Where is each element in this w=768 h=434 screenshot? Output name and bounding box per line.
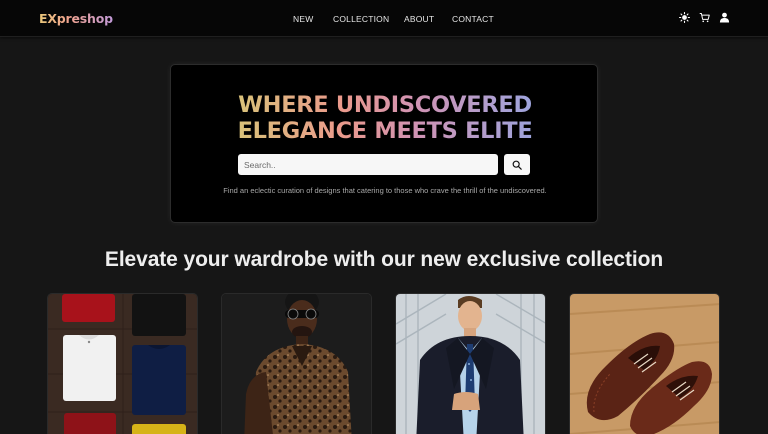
man-suit-image — [396, 294, 545, 434]
collection-title: Elevate your wardrobe with our new exclu… — [104, 248, 664, 271]
nav-link-collection[interactable]: COLLECTION — [333, 14, 389, 24]
hero-panel: WHERE UNDISCOVERED ELEGANCE MEETS ELITE … — [170, 64, 598, 223]
folded-tshirts-image — [48, 294, 197, 434]
product-card-sunglasses[interactable] — [221, 293, 372, 434]
brown-shoes-image — [570, 294, 719, 434]
nav-link-new[interactable]: NEW — [293, 14, 313, 24]
nav-links: NEW COLLECTION ABOUT CONTACT — [0, 14, 768, 26]
product-card-suit[interactable] — [395, 293, 546, 434]
hero-title: WHERE UNDISCOVERED ELEGANCE MEETS ELITE — [171, 92, 599, 144]
search-icon — [512, 160, 522, 170]
navbar: EXpreshop NEW COLLECTION ABOUT CONTACT — [0, 0, 768, 37]
man-sunglasses-image — [222, 294, 371, 434]
hero-subtitle: Find an eclectic curation of designs tha… — [223, 186, 547, 195]
hero-title-line-2: ELEGANCE MEETS ELITE — [237, 118, 533, 144]
product-card-shoes[interactable] — [569, 293, 720, 434]
sun-icon[interactable] — [679, 12, 690, 23]
product-card-tshirts[interactable] — [47, 293, 198, 434]
hero-title-line-1: WHERE UNDISCOVERED — [238, 92, 532, 118]
nav-link-contact[interactable]: CONTACT — [452, 14, 494, 24]
search-input[interactable] — [238, 154, 498, 175]
nav-link-about[interactable]: ABOUT — [404, 14, 434, 24]
nav-icons — [679, 12, 730, 23]
user-icon[interactable] — [719, 12, 730, 23]
cart-icon[interactable] — [699, 12, 710, 23]
search-button[interactable] — [504, 154, 530, 175]
